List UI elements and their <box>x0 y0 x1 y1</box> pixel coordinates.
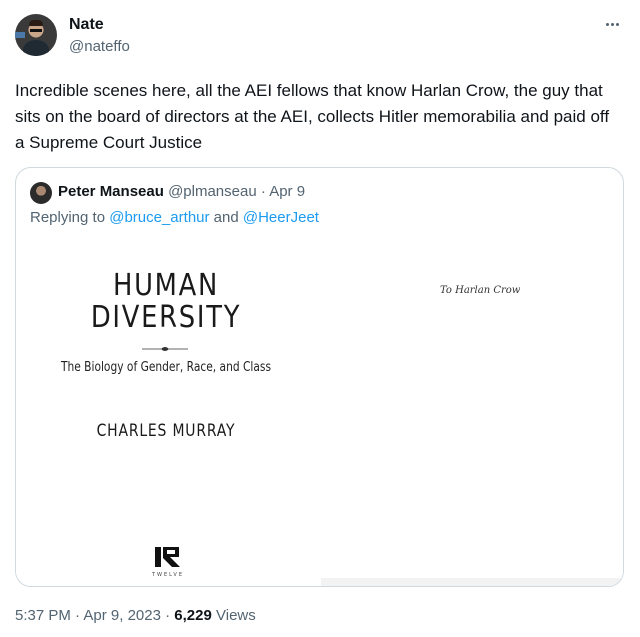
more-dot <box>610 22 614 26</box>
meta-separator: · <box>160 607 175 624</box>
avatar-background <box>15 32 25 38</box>
tweet-text: Incredible scenes here, all the AEI fell… <box>15 81 610 152</box>
book-photo[interactable]: HUMAN DIVERSITY The Biology of Gender, R… <box>16 238 623 586</box>
author-avatar[interactable] <box>15 14 57 56</box>
quoted-date[interactable]: Apr 9 <box>269 183 305 200</box>
meta-separator: · <box>70 607 84 624</box>
book-title-line1: HUMAN <box>112 268 220 303</box>
quoted-tweet-card[interactable]: Peter Manseau @plmanseau · Apr 9 Replyin… <box>15 167 624 587</box>
views-label: Views <box>211 607 256 624</box>
avatar-shirt <box>23 40 49 56</box>
reply-and: and <box>209 209 243 226</box>
publisher-logo-icon <box>155 547 180 567</box>
book-dedication: To Harlan Crow <box>440 285 521 296</box>
replying-prefix: Replying to <box>30 209 110 226</box>
tweet-time[interactable]: 5:37 PM <box>15 607 71 624</box>
book-title-line2: DIVERSITY <box>90 300 242 335</box>
more-dot <box>605 22 609 26</box>
replying-to-line: Replying to @bruce_arthur and @HeerJeet <box>30 208 319 228</box>
views-count: 6,229 <box>174 607 212 624</box>
book-author: CHARLES MURRAY <box>96 421 236 441</box>
reply-user-2[interactable]: @HeerJeet <box>243 209 319 226</box>
author-handle[interactable]: @nateffo <box>69 37 130 57</box>
publisher-name: TWELVE <box>152 572 184 578</box>
author-name[interactable]: Nate <box>69 15 104 35</box>
quoted-separator: · <box>256 183 270 200</box>
page-edge <box>321 578 623 586</box>
tweet-date[interactable]: Apr 9, 2023 <box>83 607 161 624</box>
more-options-icon[interactable] <box>600 14 624 34</box>
reply-user-1[interactable]: @bruce_arthur <box>109 209 209 226</box>
ornament-icon <box>142 347 188 351</box>
quoted-author-line: Peter Manseau @plmanseau · Apr 9 <box>58 182 305 202</box>
quoted-author-name[interactable]: Peter Manseau <box>58 183 164 200</box>
avatar-hair <box>29 20 43 26</box>
tweet-meta: 5:37 PM · Apr 9, 2023 · 6,229 Views <box>15 606 256 626</box>
book-subtitle: The Biology of Gender, Race, and Class <box>60 360 272 375</box>
more-dot <box>615 22 619 26</box>
quoted-author-handle[interactable]: @plmanseau <box>168 183 257 200</box>
quoted-author-avatar[interactable] <box>30 182 52 204</box>
avatar-glasses <box>30 29 42 32</box>
